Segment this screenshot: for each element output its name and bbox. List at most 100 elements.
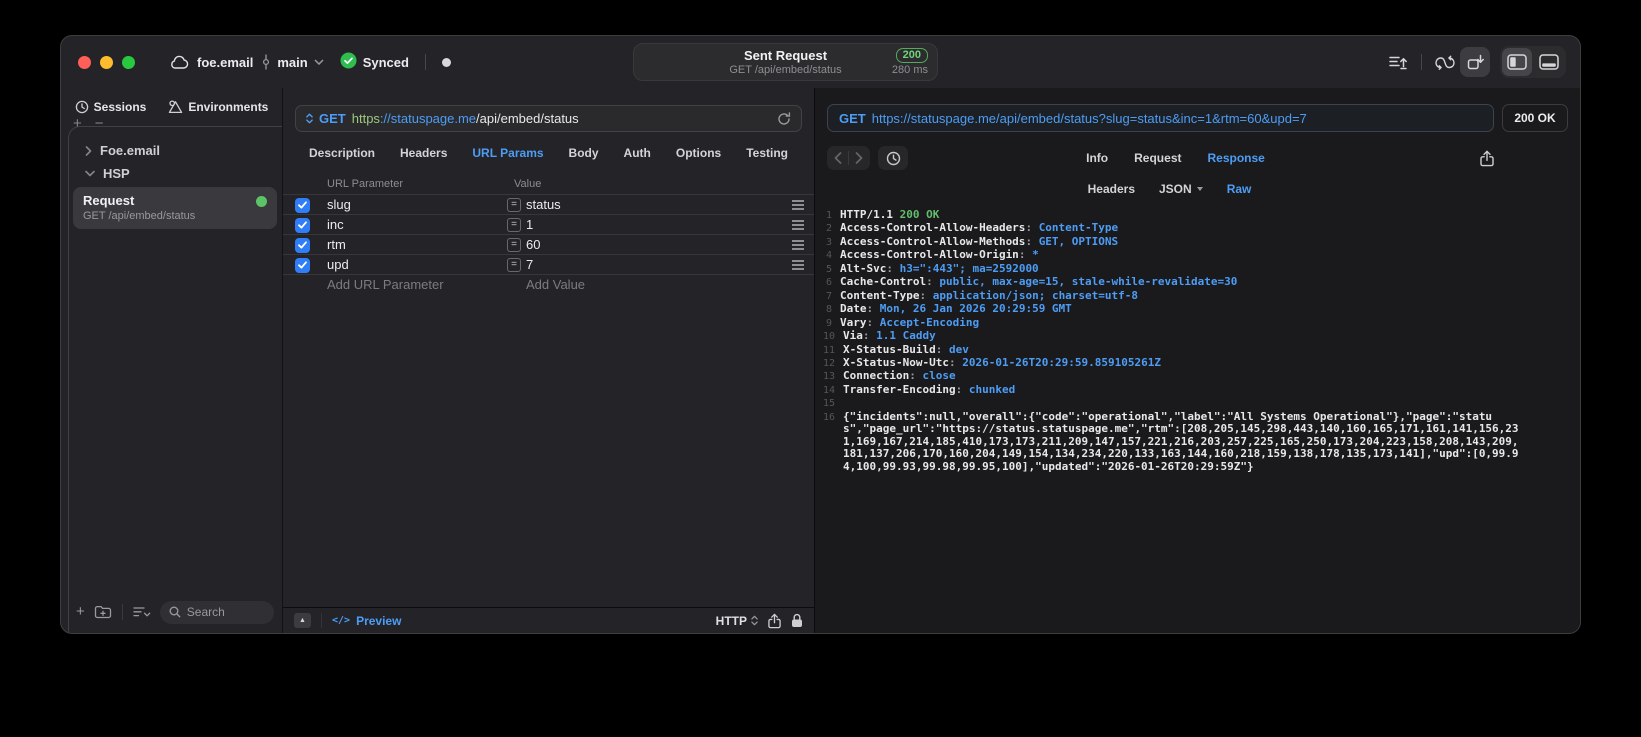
titlebar-actions — [1383, 46, 1566, 78]
sync-status[interactable]: Synced — [340, 52, 409, 72]
param-checkbox[interactable] — [295, 197, 310, 213]
request-url-bar[interactable]: GET https://statuspage.me/api/embed/stat… — [295, 105, 802, 132]
sort-filter-button[interactable] — [133, 606, 151, 618]
param-name-input[interactable]: rtm — [327, 237, 346, 252]
param-name-input[interactable]: upd — [327, 257, 349, 272]
sidebar-footer: + Search — [69, 595, 282, 633]
add-request-button[interactable]: + — [76, 604, 85, 619]
drag-handle-icon[interactable] — [792, 220, 804, 230]
remove-item-button[interactable]: − — [95, 116, 104, 132]
tab-headers[interactable]: Headers — [400, 146, 447, 160]
search-input[interactable]: Search — [159, 600, 274, 624]
response-line: 12 X-Status-Now-Utc: 2026-01-26T20:29:59.… — [823, 356, 1570, 370]
request-item[interactable]: Request GET /api/embed/status — [73, 187, 277, 229]
send-request-icon[interactable] — [1383, 47, 1413, 77]
preview-label: Preview — [356, 613, 402, 628]
footer-divider — [121, 604, 123, 620]
search-placeholder: Search — [186, 605, 225, 619]
tab-sessions[interactable]: Sessions — [75, 100, 146, 114]
lock-button[interactable] — [791, 613, 803, 628]
sent-request-url: GET https://statuspage.me/api/embed/stat… — [827, 104, 1494, 132]
param-value-input[interactable]: status — [526, 197, 561, 212]
tab-request[interactable]: Request — [1134, 151, 1181, 165]
response-line: 7 Content-Type: application/json; charset… — [823, 288, 1570, 303]
subtab-json[interactable]: JSON — [1159, 182, 1203, 196]
sent-request-row: GET https://statuspage.me/api/embed/stat… — [827, 104, 1568, 132]
close-window-button[interactable] — [78, 55, 91, 69]
response-line: 4 Access-Control-Allow-Origin: * — [823, 249, 1570, 262]
tab-url-params[interactable]: URL Params — [472, 146, 543, 160]
param-checkbox[interactable] — [295, 257, 310, 273]
export-button[interactable] — [768, 613, 781, 629]
protocol-selector[interactable]: HTTP — [716, 614, 758, 628]
param-value-input[interactable]: 7 — [526, 257, 533, 272]
add-item-button[interactable]: + — [73, 116, 82, 132]
equals-icon: = — [507, 198, 521, 212]
branch-selector[interactable]: main — [261, 54, 324, 70]
resend-request-button[interactable] — [777, 111, 791, 126]
request-item-text: Request GET /api/embed/status — [83, 192, 195, 223]
param-checkbox[interactable] — [295, 217, 310, 233]
share-response-button[interactable] — [1480, 150, 1494, 167]
tree-item-foe-email[interactable]: Foe.email — [72, 139, 279, 162]
zoom-window-button[interactable] — [122, 55, 135, 69]
add-value-placeholder[interactable]: Add Value — [526, 277, 585, 292]
layout-sidebar-icon[interactable] — [1502, 48, 1532, 76]
drag-handle-icon[interactable] — [792, 240, 804, 250]
params-table-header: URL Parameter Value — [283, 174, 814, 194]
tree-item-hsp[interactable]: HSP — [72, 162, 279, 185]
request-summary-pill[interactable]: Sent Request GET /api/embed/status 200 2… — [633, 43, 938, 81]
url-path: /api/embed/status — [476, 111, 579, 126]
minimize-window-button[interactable] — [100, 55, 113, 69]
session-tree: Foe.email HSP Request GET /api/embed/sta… — [69, 139, 282, 595]
line-content: Content-Type: application/json; charset=… — [840, 288, 1139, 302]
footer-divider — [321, 613, 322, 628]
subtab-headers[interactable]: Headers — [1088, 182, 1135, 196]
synced-check-icon — [340, 52, 357, 72]
tab-info[interactable]: Info — [1086, 151, 1108, 165]
tab-description[interactable]: Description — [309, 146, 375, 160]
refresh-icon — [778, 112, 791, 125]
sync-loop-icon[interactable] — [1430, 47, 1460, 77]
tab-options[interactable]: Options — [676, 146, 721, 160]
status-code-badge: 200 — [895, 48, 928, 63]
request-status-dot — [256, 196, 267, 207]
response-viewer-panel: GET https://statuspage.me/api/embed/stat… — [815, 88, 1580, 633]
response-line: 16 {"incidents":null,"overall":{"code":"o… — [823, 410, 1570, 473]
tab-auth[interactable]: Auth — [624, 146, 651, 160]
request-summary-subtitle: GET /api/embed/status — [729, 63, 842, 76]
drag-handle-icon[interactable] — [792, 260, 804, 270]
layout-bottom-panel-icon[interactable] — [1534, 48, 1564, 76]
line-number: 9 — [825, 317, 832, 329]
param-checkbox[interactable] — [295, 237, 310, 253]
preview-button[interactable]: </> Preview — [332, 614, 401, 628]
drag-handle-icon[interactable] — [792, 200, 804, 210]
tab-testing[interactable]: Testing — [746, 146, 788, 160]
add-parameter-placeholder[interactable]: Add URL Parameter — [327, 277, 444, 292]
equals-icon: = — [507, 238, 521, 252]
updown-chevrons-icon — [751, 615, 758, 626]
param-name-input[interactable]: inc — [327, 217, 344, 232]
subtab-raw[interactable]: Raw — [1227, 182, 1252, 196]
import-response-icon[interactable] — [1460, 47, 1490, 77]
tab-environments[interactable]: Environments — [168, 100, 268, 114]
protocol-label: HTTP — [715, 613, 747, 628]
line-content: Connection: close — [843, 369, 956, 383]
param-value-input[interactable]: 60 — [526, 237, 540, 252]
response-line: 9 Vary: Accept-Encoding — [823, 316, 1570, 330]
line-number: 12 — [823, 357, 836, 369]
param-name-input[interactable]: slug — [327, 197, 351, 212]
line-content: Date: Mon, 26 Jan 2026 20:29:59 GMT — [840, 302, 1072, 316]
method-label[interactable]: GET — [319, 111, 346, 126]
tab-body[interactable]: Body — [569, 146, 599, 160]
url-text[interactable]: https://statuspage.me/api/embed/status — [352, 111, 579, 126]
expand-drawer-button[interactable]: ▲ — [294, 613, 311, 628]
equals-icon: = — [507, 258, 521, 272]
line-number: 6 — [825, 277, 832, 289]
project-group: foe.email main Synced — [169, 52, 451, 72]
tab-response[interactable]: Response — [1207, 151, 1264, 165]
param-value-input[interactable]: 1 — [526, 217, 533, 232]
method-updown-icon — [306, 113, 313, 124]
add-group-button[interactable] — [94, 605, 112, 619]
sessions-panel: Foe.email HSP Request GET /api/embed/sta… — [68, 126, 282, 633]
